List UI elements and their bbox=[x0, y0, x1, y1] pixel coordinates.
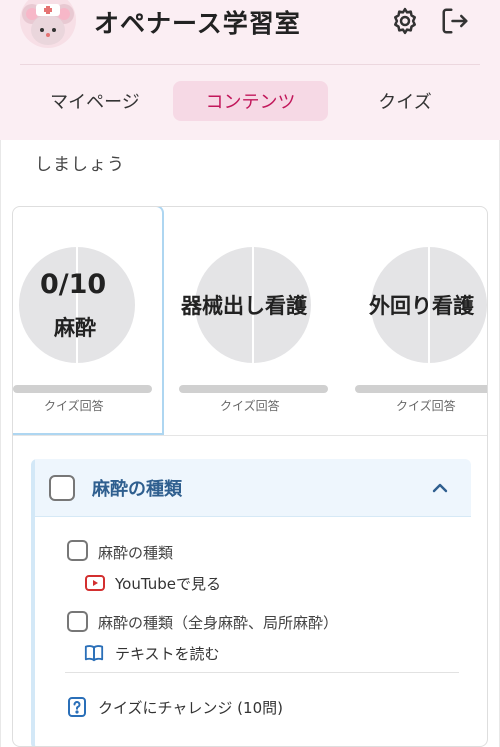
intro-text: しましょう bbox=[35, 155, 125, 175]
category-card-anesthesia[interactable]: 0/10 麻酔 クイズ回答 bbox=[13, 207, 169, 435]
category-label: 外回り看護 bbox=[369, 294, 474, 318]
category-label: 器械出し看護 bbox=[181, 294, 307, 318]
text-link[interactable]: テキストを読む bbox=[115, 643, 220, 664]
category-card-scrub-nursing[interactable]: 器械出し看護 クイズ回答 bbox=[179, 207, 355, 435]
youtube-icon[interactable] bbox=[85, 575, 105, 595]
tab-quiz[interactable]: クイズ bbox=[330, 81, 480, 121]
book-icon[interactable] bbox=[83, 643, 105, 667]
tab-contents-label: コンテンツ bbox=[205, 92, 296, 113]
section-title: 麻酔の種類 bbox=[92, 479, 182, 500]
item-title: 麻酔の種類 bbox=[98, 544, 174, 562]
gear-icon[interactable] bbox=[390, 6, 420, 36]
quiz-help-icon[interactable] bbox=[67, 696, 87, 722]
progress-bar bbox=[13, 385, 152, 393]
accordion-divider bbox=[65, 672, 459, 673]
quiz-answer-label: クイズ回答 bbox=[396, 399, 456, 413]
category-label: 麻酔 bbox=[54, 316, 96, 340]
cards-divider bbox=[13, 435, 487, 436]
app-title: オペナース学習室 bbox=[94, 9, 301, 38]
item-checkbox[interactable] bbox=[67, 540, 88, 561]
quiz-challenge-link[interactable]: クイズにチャレンジ (10問) bbox=[98, 697, 283, 718]
tab-mypage-label: マイページ bbox=[50, 92, 140, 113]
tab-quiz-label: クイズ bbox=[378, 92, 432, 113]
app-header: オペナース学習室 マイページ コンテンツ クイズ bbox=[0, 0, 500, 140]
header-divider bbox=[20, 64, 480, 65]
section-checkbox[interactable] bbox=[49, 475, 75, 501]
youtube-link[interactable]: YouTubeで見る bbox=[115, 573, 221, 594]
progress-ring bbox=[19, 247, 135, 363]
mouse-nurse-avatar-icon bbox=[20, 0, 76, 48]
quiz-answer-label: クイズ回答 bbox=[44, 399, 104, 413]
progress-bar bbox=[355, 385, 487, 393]
progress-count: 0/10 bbox=[40, 269, 107, 300]
progress-bar bbox=[179, 385, 328, 393]
category-cards-container: 0/10 麻酔 クイズ回答 器械出し看護 クイズ回答 外回り看護 クイズ回答 麻… bbox=[12, 206, 488, 747]
item-title: 麻酔の種類（全身麻酔、局所麻酔） bbox=[98, 614, 339, 632]
section-accordion: 麻酔の種類 麻酔の種類 YouTubeで見る 麻酔の種類（全身麻酔、局所麻酔） bbox=[31, 459, 471, 746]
tab-mypage[interactable]: マイページ bbox=[20, 81, 170, 121]
category-card-circulating-nursing[interactable]: 外回り看護 クイズ回答 bbox=[355, 207, 487, 435]
accordion-header[interactable]: 麻酔の種類 bbox=[35, 459, 471, 517]
logout-icon[interactable] bbox=[440, 6, 470, 36]
quiz-answer-label: クイズ回答 bbox=[220, 399, 280, 413]
tab-contents[interactable]: コンテンツ bbox=[173, 81, 328, 121]
chevron-up-icon[interactable] bbox=[428, 476, 452, 500]
item-checkbox[interactable] bbox=[67, 611, 88, 632]
